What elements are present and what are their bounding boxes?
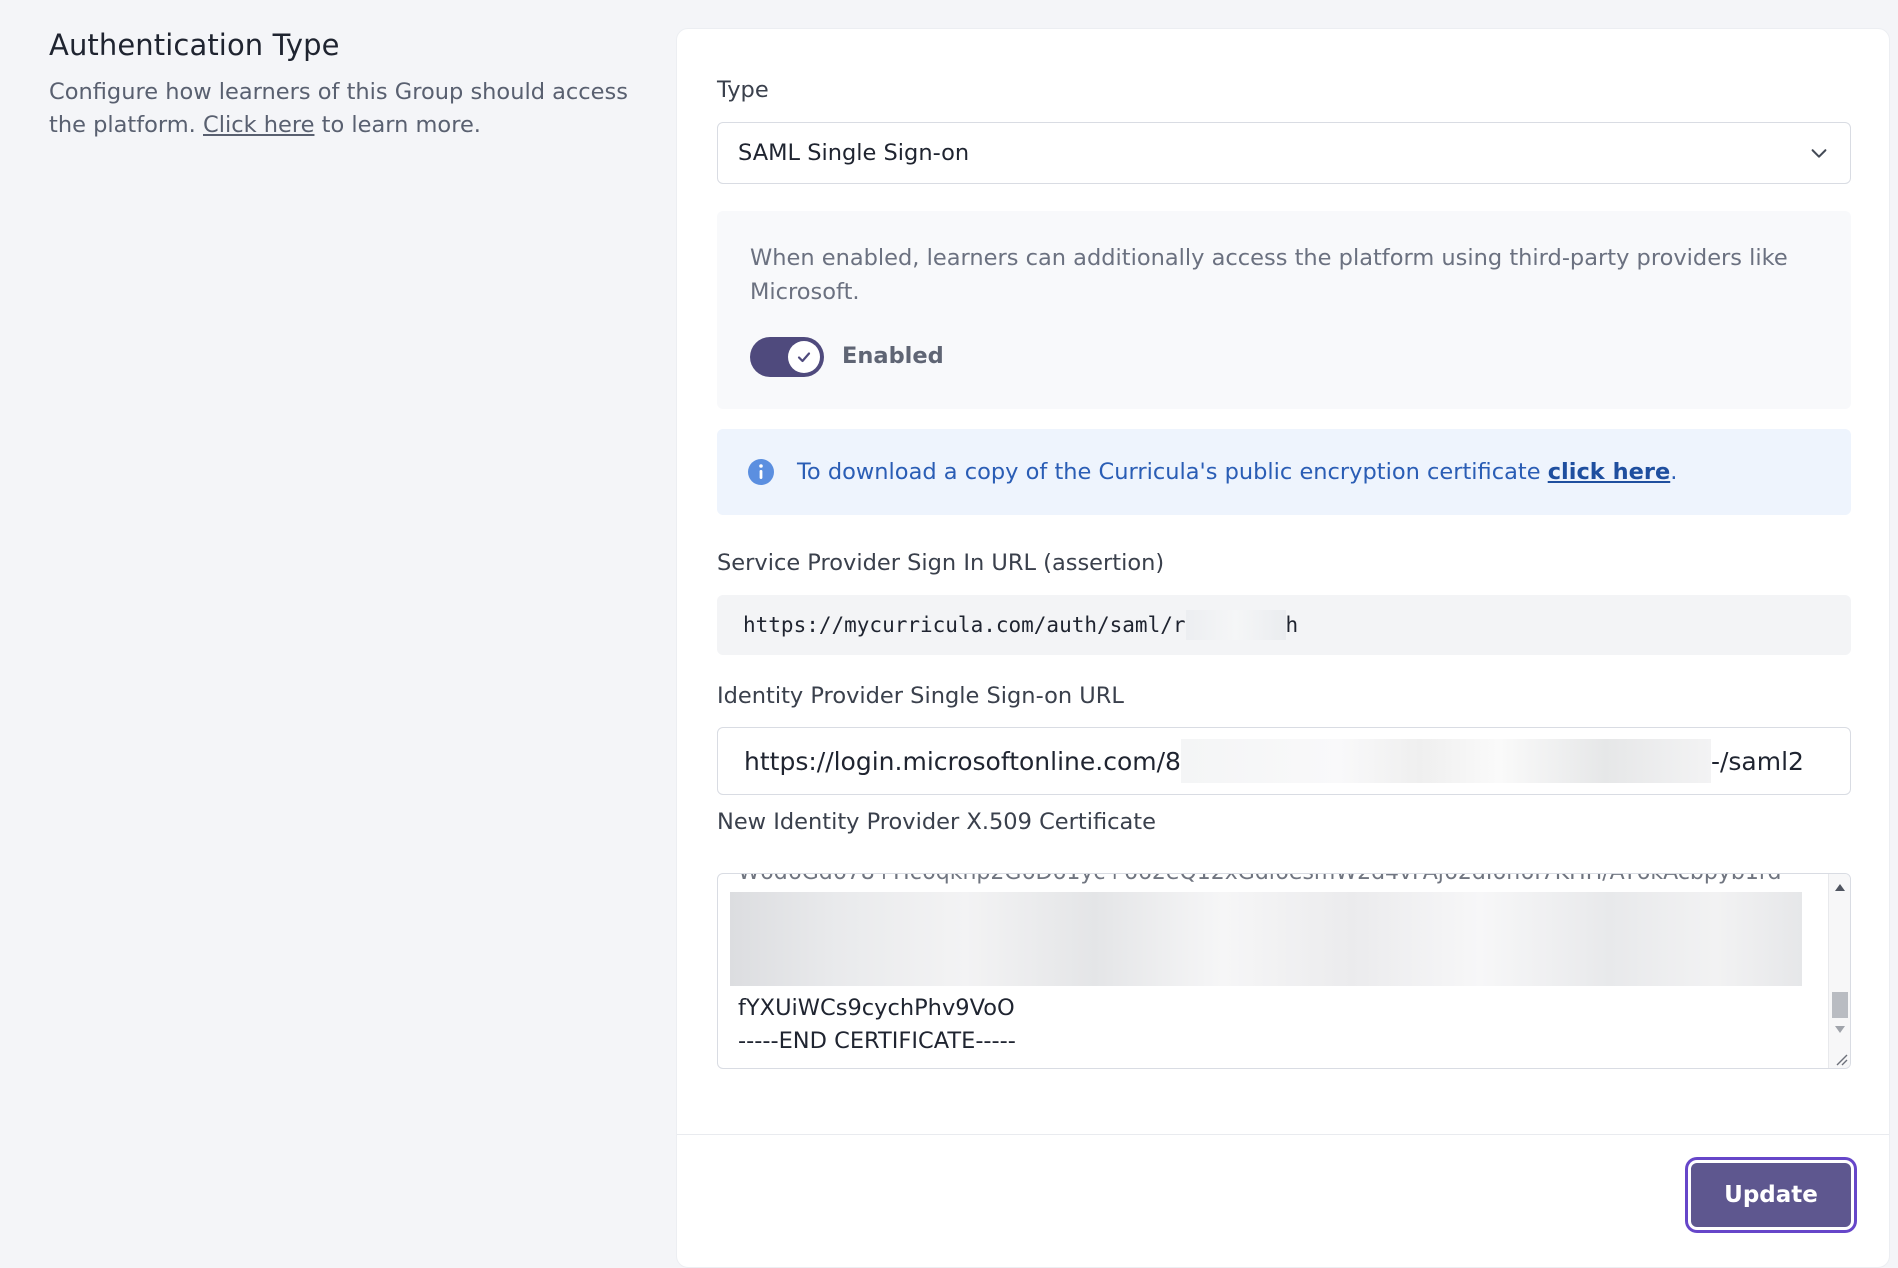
sso-description: When enabled, learners can additionally …: [750, 245, 1788, 305]
download-certificate-link[interactable]: click here: [1548, 459, 1671, 485]
section-description: Configure how learners of this Group sho…: [49, 76, 649, 142]
info-message: To download a copy of the Curricula's pu…: [797, 459, 1541, 485]
sso-panel: When enabled, learners can additionally …: [717, 211, 1851, 409]
certificate-text: fYXUiWCs9cychPhv9VoO -----END CERTIFICAT…: [738, 992, 1016, 1058]
type-select-value: SAML Single Sign-on: [738, 140, 970, 166]
update-button[interactable]: Update: [1691, 1163, 1851, 1227]
scroll-thumb[interactable]: [1832, 992, 1848, 1018]
certificate-line: fYXUiWCs9cychPhv9VoO: [738, 995, 1015, 1021]
service-provider-url: https://mycurricula.com/auth/saml/r h: [717, 595, 1851, 655]
scroll-up-arrow-icon[interactable]: [1835, 884, 1845, 891]
service-provider-url-suffix: h: [1285, 613, 1299, 637]
learn-more-link[interactable]: Click here: [203, 112, 314, 138]
identity-provider-url-suffix: -/saml2: [1710, 746, 1804, 776]
certificate-label: New Identity Provider X.509 Certificate: [717, 809, 1156, 835]
identity-provider-url-prefix: https://login.microsoftonline.com/8: [744, 746, 1181, 776]
section-description-suffix: to learn more.: [321, 112, 481, 138]
redacted-block: [730, 892, 1802, 986]
service-provider-url-prefix: https://mycurricula.com/auth/saml/r: [743, 613, 1186, 637]
certificate-textarea[interactable]: W6d6Gd678+Hc6qkhp2G6D61yc+662eQ12xGdi6es…: [717, 873, 1851, 1069]
info-suffix: .: [1670, 459, 1678, 485]
section-header: Authentication Type Configure how learne…: [49, 28, 649, 142]
certificate-end-line: -----END CERTIFICATE-----: [738, 1028, 1016, 1054]
check-icon: [797, 352, 811, 363]
section-title: Authentication Type: [49, 28, 340, 62]
scroll-down-arrow-icon[interactable]: [1835, 1026, 1845, 1033]
certificate-partial-line: W6d6Gd678+Hc6qkhp2G6D61yc+662eQ12xGdi6es…: [738, 874, 1818, 885]
info-text: To download a copy of the Curricula's pu…: [797, 459, 1677, 485]
redacted-segment: [1180, 739, 1711, 783]
chevron-down-icon: [1811, 149, 1827, 158]
service-provider-label: Service Provider Sign In URL (assertion): [717, 550, 1165, 576]
toggle-label: Enabled: [842, 343, 944, 369]
toggle-knob: [788, 341, 820, 373]
identity-provider-label: Identity Provider Single Sign-on URL: [717, 683, 1124, 709]
info-icon: [748, 459, 774, 485]
auth-settings-card: Type SAML Single Sign-on When enabled, l…: [676, 28, 1890, 1268]
resize-grip-icon[interactable]: [1834, 1052, 1848, 1066]
info-notice: To download a copy of the Curricula's pu…: [717, 429, 1851, 515]
redacted-segment: [1185, 610, 1286, 640]
textarea-scrollbar[interactable]: [1828, 874, 1850, 1068]
type-label: Type: [717, 77, 769, 103]
card-divider: [677, 1134, 1889, 1135]
identity-provider-url-input[interactable]: https://login.microsoftonline.com/8 -/sam…: [717, 727, 1851, 795]
sso-toggle[interactable]: [750, 337, 824, 377]
type-select[interactable]: SAML Single Sign-on: [717, 122, 1851, 184]
